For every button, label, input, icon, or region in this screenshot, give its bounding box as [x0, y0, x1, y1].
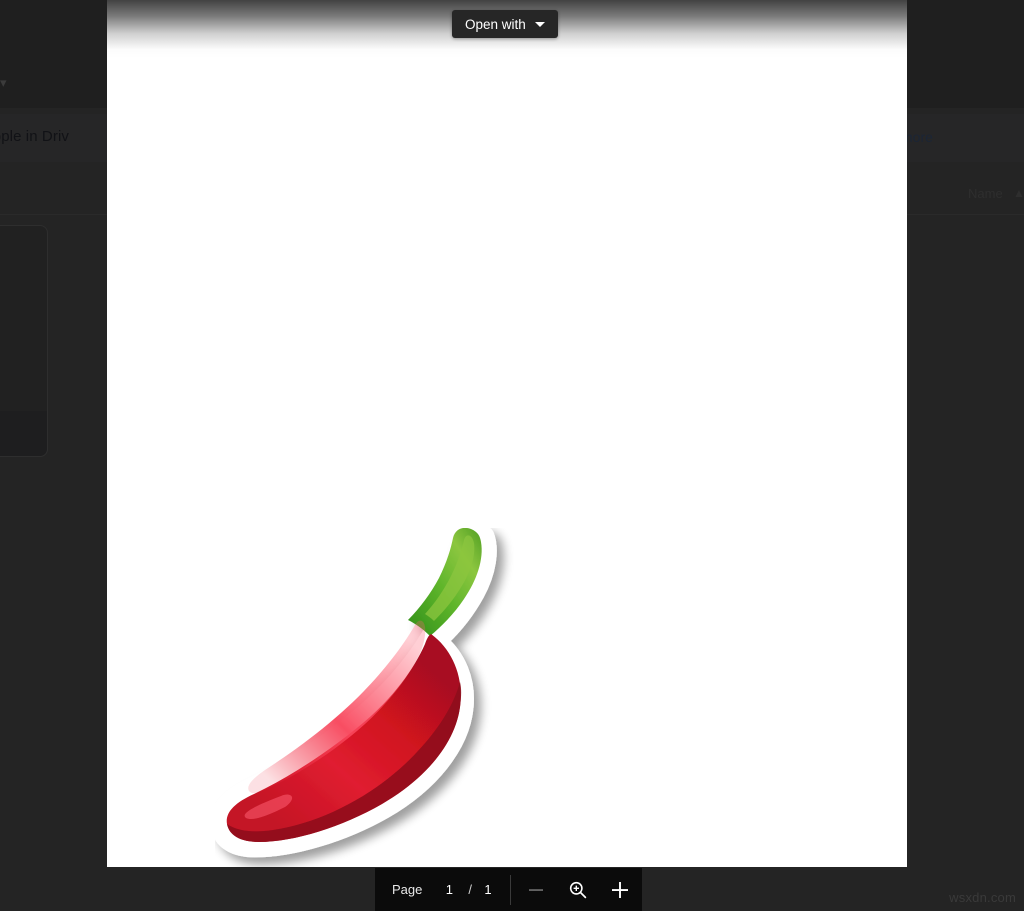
page-number-input[interactable] — [438, 882, 461, 897]
column-header-name[interactable]: Name — [968, 186, 1003, 201]
zoom-in-button[interactable] — [607, 877, 633, 903]
zoom-reset-button[interactable] — [565, 877, 591, 903]
page-navigation-group: Page / 1 — [375, 868, 510, 911]
caret-icon: ▾ — [0, 75, 7, 90]
background-file-card-footer — [0, 411, 48, 457]
zoom-out-button[interactable] — [523, 877, 549, 903]
open-with-button[interactable]: Open with — [452, 10, 558, 38]
open-with-label: Open with — [465, 16, 526, 32]
watermark: wsxdn.com — [949, 890, 1016, 905]
plus-icon — [612, 881, 628, 898]
chili-pepper-image — [215, 528, 497, 858]
chevron-down-icon — [534, 21, 545, 27]
background-banner-text: k people in Driv — [0, 128, 69, 145]
page-total-count: 1 — [484, 882, 492, 897]
magnifier-plus-icon — [569, 881, 587, 898]
arrow-up-icon: ▲ — [1013, 186, 1024, 200]
zoom-controls-group — [511, 868, 633, 911]
preview-bottom-toolbar: Page / 1 — [375, 868, 642, 911]
page-separator: / — [468, 882, 472, 897]
minus-icon — [529, 888, 543, 891]
page-label: Page — [392, 882, 423, 897]
document-preview-viewer: Open with — [107, 0, 907, 867]
